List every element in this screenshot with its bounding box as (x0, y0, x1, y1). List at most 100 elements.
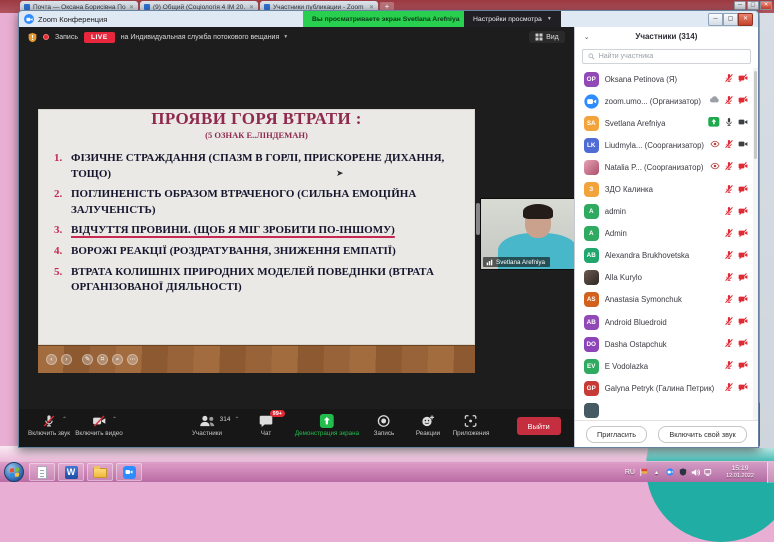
video-off-icon[interactable] (738, 247, 748, 265)
chevron-up-icon[interactable]: ⌃ (234, 416, 239, 423)
video-off-icon[interactable] (738, 158, 748, 176)
video-off-icon[interactable] (738, 225, 748, 243)
maximize-button[interactable]: ▢ (723, 12, 738, 26)
leave-button[interactable]: Выйти (516, 417, 561, 435)
browser-maximize-button[interactable]: ▢ (747, 1, 759, 10)
toolbar-button-record[interactable]: Запись (374, 413, 394, 437)
video-off-icon[interactable] (738, 379, 748, 397)
video-on-icon[interactable] (738, 136, 748, 154)
video-off-icon[interactable] (738, 92, 748, 110)
taskbar-item-notepad[interactable] (29, 463, 55, 481)
mic-muted-icon[interactable] (724, 247, 734, 265)
participants-list[interactable]: OP Oksana Petinova (Я) zoom.umo... (Органи… (575, 68, 758, 420)
video-off-icon[interactable] (738, 357, 748, 375)
slide-control-0[interactable]: ‹ (46, 354, 57, 365)
show-hidden-icons[interactable]: ▴ (652, 468, 661, 477)
mic-muted-icon[interactable] (724, 136, 734, 154)
video-off-icon[interactable] (738, 313, 748, 331)
mic-on-icon[interactable] (724, 114, 734, 132)
participant-row[interactable]: З ЗДО Калинка (575, 178, 758, 200)
participant-row[interactable]: OP Oksana Petinova (Я) (575, 68, 758, 90)
participant-row[interactable]: Natalia P... (Соорганизатор) (575, 156, 758, 178)
view-options-button[interactable]: Настройки просмотра ▼ (464, 11, 561, 27)
mic-muted-icon[interactable] (724, 379, 734, 397)
antivirus-tray-icon[interactable] (678, 468, 687, 477)
participant-row[interactable]: DO Dasha Ostapchuk (575, 333, 758, 355)
participants-scrollbar[interactable] (753, 68, 758, 420)
participant-row[interactable]: Alla Kurylo (575, 267, 758, 289)
network-icon[interactable] (704, 468, 713, 477)
zoom-tray-icon[interactable] (665, 468, 674, 477)
show-desktop-button[interactable] (767, 461, 774, 483)
video-off-icon[interactable] (738, 203, 748, 221)
unmute-self-button[interactable]: Включить свой звук (658, 425, 747, 443)
participant-row[interactable]: GP Galyna Petryk (Галина Петрик) (575, 377, 758, 399)
mic-muted-icon[interactable] (724, 335, 734, 353)
participant-row[interactable]: SA Svetlana Arefniya (575, 112, 758, 134)
start-button[interactable] (4, 462, 24, 482)
participant-row[interactable]: A Admin (575, 223, 758, 245)
mic-muted-icon[interactable] (724, 269, 734, 287)
cam-muted-icon: ⌃ (92, 413, 117, 428)
participant-status-icons (708, 114, 748, 132)
participant-row[interactable]: AB Alexandra Brukhovetska (575, 245, 758, 267)
participant-row[interactable]: zoom.umo... (Организатор) (575, 90, 758, 112)
taskbar-item-explorer[interactable] (87, 463, 113, 481)
search-input[interactable]: Найти участника (581, 49, 751, 64)
mic-muted-icon[interactable] (724, 225, 734, 243)
speaker-video-tile[interactable]: Svetlana Arefniya (480, 198, 574, 270)
browser-minimize-button[interactable]: ─ (734, 1, 746, 10)
toolbar-button-mic-muted[interactable]: ⌃ Включить звук (28, 413, 70, 437)
toolbar-button-share-screen[interactable]: Демонстрация экрана (295, 413, 359, 437)
chevron-up-icon[interactable]: ⌃ (62, 416, 67, 423)
participant-row[interactable]: AB Android Bluedroid (575, 311, 758, 333)
taskbar-item-word[interactable]: W (58, 463, 84, 481)
video-on-icon[interactable] (738, 114, 748, 132)
view-button[interactable]: Вид (529, 31, 565, 43)
toolbar-button-people[interactable]: 314 ⌃ Участники (192, 413, 240, 437)
mic-muted-icon[interactable] (724, 181, 734, 199)
slide-control-4[interactable]: ⌕ (112, 354, 123, 365)
minimize-button[interactable]: ─ (708, 12, 723, 26)
mic-muted-icon[interactable] (724, 291, 734, 309)
close-button[interactable]: ✕ (738, 12, 753, 26)
browser-close-button[interactable]: ✕ (760, 1, 772, 10)
item-number: 3. (54, 224, 63, 237)
mic-muted-icon[interactable] (724, 313, 734, 331)
slide-control-3[interactable]: ⌗ (97, 354, 108, 365)
volume-icon[interactable] (691, 468, 700, 477)
language-indicator[interactable]: RU (625, 469, 635, 476)
flag-tray-icon[interactable] (639, 468, 648, 477)
toolbar-button-apps[interactable]: Приложения (453, 413, 489, 437)
participant-avatar: AS (583, 292, 599, 308)
mic-muted-icon[interactable] (724, 158, 734, 176)
video-off-icon[interactable] (738, 335, 748, 353)
slide-control-2[interactable]: ✎ (82, 354, 93, 365)
toolbar-button-cam-muted[interactable]: ⌃ Включить видео (75, 413, 123, 437)
mic-muted-icon[interactable] (724, 70, 734, 88)
chevron-up-icon[interactable]: ⌃ (112, 416, 117, 423)
participant-row[interactable]: AS Anastasia Symonchuk (575, 289, 758, 311)
collapse-chevron-icon[interactable]: ⌄ (584, 33, 590, 41)
taskbar-clock[interactable]: 15:19 12.01.2022 (719, 465, 761, 479)
taskbar-item-zoom[interactable] (116, 463, 142, 481)
mic-muted-icon[interactable] (724, 357, 734, 375)
video-off-icon[interactable] (738, 269, 748, 287)
participant-row[interactable] (575, 399, 758, 420)
live-stream-dropdown[interactable]: на Индивидуальная служба потокового веща… (121, 34, 289, 41)
slide-control-5[interactable]: ⋯ (127, 354, 138, 365)
video-off-icon[interactable] (738, 70, 748, 88)
video-off-icon[interactable] (738, 181, 748, 199)
scrollbar-thumb[interactable] (754, 71, 757, 159)
mic-muted-icon[interactable] (724, 203, 734, 221)
mic-muted-icon[interactable] (724, 92, 734, 110)
participant-row[interactable]: EV E Vodolazka (575, 355, 758, 377)
security-shield-icon[interactable] (28, 32, 37, 43)
participant-row[interactable]: LK Liudmyla... (Соорганизатор) (575, 134, 758, 156)
toolbar-button-reactions[interactable]: Реакции (416, 413, 440, 437)
video-off-icon[interactable] (738, 291, 748, 309)
slide-control-1[interactable]: › (61, 354, 72, 365)
invite-button[interactable]: Пригласить (586, 425, 648, 443)
toolbar-button-chat[interactable]: 99+ Чат (259, 410, 285, 437)
participant-row[interactable]: Aadmin (575, 201, 758, 223)
